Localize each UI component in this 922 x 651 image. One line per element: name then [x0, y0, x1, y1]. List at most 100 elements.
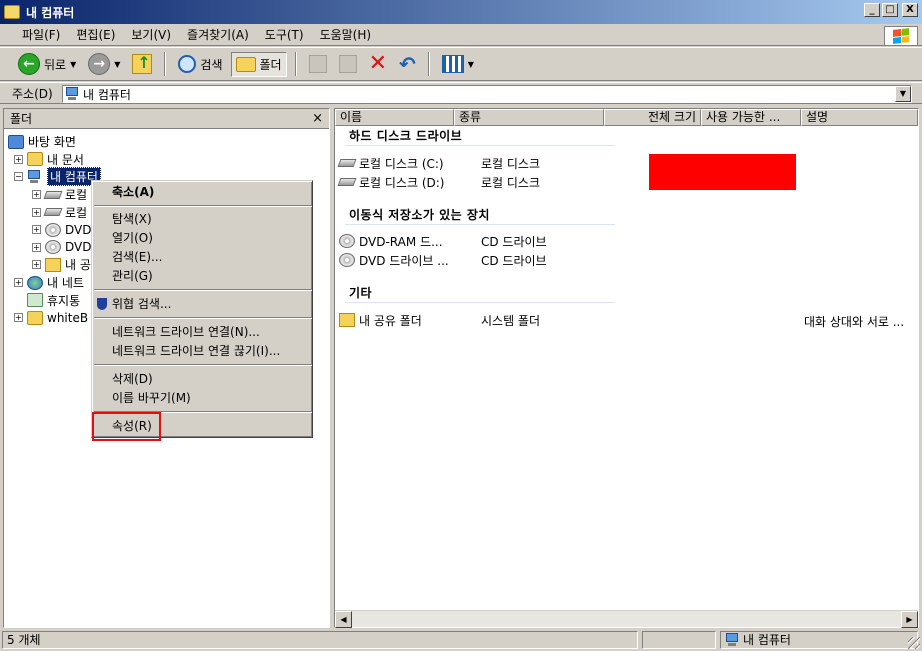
folders-button[interactable]: 폴더 [230, 51, 287, 77]
collapse-icon[interactable]: − [14, 172, 23, 182]
close-pane-icon[interactable]: × [312, 109, 323, 129]
menu-item-threat-scan[interactable]: 위협 검색... [94, 295, 312, 314]
copy-to-button[interactable] [335, 52, 361, 76]
item-name: 내 공유 폴더 [359, 313, 422, 328]
file-list-pane: 이름 종류 전체 크기 사용 가능한 ... 설명 하드 디스크 드라이브 로컬… [334, 108, 919, 628]
menu-item-rename[interactable]: 이름 바꾸기(M) [94, 389, 312, 408]
address-input[interactable]: 내 컴퓨터 ▼ [62, 85, 912, 103]
menu-item-explore[interactable]: 탐색(X) [94, 210, 312, 229]
folder-pane-title: 폴더 [10, 112, 33, 126]
back-dropdown-icon[interactable]: ▼ [70, 60, 76, 69]
item-comment: 대화 상대와 서로 ... [804, 315, 905, 329]
menu-tools[interactable]: 도구(T) [257, 24, 312, 45]
status-bar: 5 개체 내 컴퓨터 [0, 629, 922, 651]
menu-item-disconnect-network-drive[interactable]: 네트워크 드라이브 연결 끊기(I)... [94, 342, 312, 361]
back-button[interactable]: ← 뒤로 ▼ [14, 50, 80, 78]
column-name[interactable]: 이름 [335, 109, 454, 126]
undo-button[interactable]: ↶ [395, 51, 420, 77]
status-location: 내 컴퓨터 [720, 631, 918, 649]
expand-icon[interactable]: + [14, 154, 23, 164]
expand-icon[interactable]: + [32, 225, 41, 235]
drive-icon [337, 159, 357, 167]
forward-arrow-icon: → [88, 53, 111, 75]
toolbar: ← 뒤로 ▼ → ▼ 검색 폴더 ✕ ↶ [0, 47, 922, 81]
menu-help[interactable]: 도움말(H) [312, 24, 380, 45]
explorer-window: 내 컴퓨터 _ □ X 파일(F) 편집(E) 보기(V) 즐겨찾기(A) 도구… [0, 0, 922, 651]
shared-folder-icon [339, 313, 355, 327]
group-divider [345, 145, 615, 146]
scroll-right-icon[interactable]: ▶ [901, 611, 918, 628]
up-button[interactable] [128, 51, 156, 77]
tree-item-my-documents[interactable]: + 내 문서 [4, 151, 329, 169]
list-item-dvd-drive[interactable]: DVD 드라이브 ... CD 드라이브 [339, 251, 621, 269]
address-bar: 주소(D) 내 컴퓨터 ▼ [0, 82, 922, 104]
expand-icon[interactable]: + [32, 207, 41, 217]
menu-separator [94, 317, 312, 319]
address-dropdown-icon[interactable]: ▼ [895, 86, 911, 102]
menu-item-delete[interactable]: 삭제(D) [94, 370, 312, 389]
forward-button[interactable]: → ▼ [84, 50, 124, 78]
tree-item-label: 로컬 [65, 188, 88, 203]
menu-item-map-network-drive[interactable]: 네트워크 드라이브 연결(N)... [94, 323, 312, 342]
tree-item-label: 내 문서 [47, 152, 84, 167]
drive-icon [337, 178, 357, 186]
menu-separator [94, 364, 312, 366]
list-item-shared-folder[interactable]: 내 공유 폴더 시스템 폴더 [339, 311, 621, 329]
close-button[interactable]: X [902, 3, 918, 17]
address-value: 내 컴퓨터 [83, 87, 131, 102]
toolbar-separator [164, 52, 167, 76]
delete-button[interactable]: ✕ [365, 51, 391, 77]
resize-grip-icon[interactable] [908, 637, 920, 649]
tree-item-label: 내 공 [65, 258, 91, 273]
folder-icon [27, 152, 43, 167]
tree-item-desktop[interactable]: 바탕 화면 [4, 133, 329, 151]
views-dropdown-icon[interactable]: ▼ [468, 60, 474, 69]
column-type[interactable]: 종류 [454, 109, 604, 126]
search-label: 검색 [200, 57, 223, 72]
views-button[interactable]: ▼ [438, 52, 478, 76]
menu-item-manage[interactable]: 관리(G) [94, 267, 312, 286]
group-header: 하드 디스크 드라이브 [349, 129, 463, 143]
delete-x-icon: ✕ [368, 51, 388, 76]
item-type: 로컬 디스크 [481, 175, 541, 190]
menu-file[interactable]: 파일(F) [14, 24, 68, 45]
back-label: 뒤로 [44, 57, 67, 72]
redaction-block [649, 154, 796, 190]
expand-icon[interactable]: + [14, 313, 23, 323]
move-to-button[interactable] [305, 52, 331, 76]
search-button[interactable]: 검색 [174, 52, 226, 76]
list-item-local-disk-c[interactable]: 로컬 디스크 (C:) 로컬 디스크 [337, 154, 621, 172]
menu-item-collapse[interactable]: 축소(A) [94, 183, 312, 202]
list-item-dvd-ram[interactable]: DVD-RAM 드... CD 드라이브 [339, 232, 621, 250]
folder-icon [27, 310, 43, 325]
expand-icon[interactable]: + [32, 260, 41, 270]
column-free-space[interactable]: 사용 가능한 ... [701, 109, 801, 126]
move-to-icon [308, 55, 327, 73]
folders-icon [235, 56, 256, 72]
title-bar[interactable]: 내 컴퓨터 _ □ X [0, 0, 922, 24]
menu-item-open[interactable]: 열기(O) [94, 229, 312, 248]
scroll-left-icon[interactable]: ◀ [335, 611, 352, 628]
horizontal-scrollbar[interactable]: ◀ ▶ [335, 610, 918, 628]
maximize-button[interactable]: □ [882, 3, 898, 17]
menu-edit[interactable]: 편집(E) [68, 24, 123, 45]
list-item-local-disk-d[interactable]: 로컬 디스크 (D:) 로컬 디스크 [337, 173, 621, 191]
expand-icon[interactable]: + [14, 278, 23, 288]
expand-icon[interactable]: + [32, 242, 41, 252]
minimize-button[interactable]: _ [864, 3, 880, 17]
column-total-size[interactable]: 전체 크기 [604, 109, 701, 126]
folder-up-icon [132, 53, 153, 74]
group-divider [345, 302, 615, 303]
item-type: CD 드라이브 [481, 253, 547, 268]
item-name: 로컬 디스크 (D:) [359, 175, 445, 190]
tree-item-label: 휴지통 [47, 293, 81, 308]
menu-item-search[interactable]: 검색(E)... [94, 248, 312, 267]
column-comment[interactable]: 설명 [801, 109, 918, 126]
expand-icon[interactable]: + [32, 190, 41, 200]
tree-item-label: 내 네트 [47, 276, 84, 291]
menu-view[interactable]: 보기(V) [123, 24, 179, 45]
context-menu: 축소(A) 탐색(X) 열기(O) 검색(E)... 관리(G) 위협 검색..… [91, 180, 313, 438]
forward-dropdown-icon[interactable]: ▼ [114, 60, 120, 69]
status-empty-cell [642, 631, 716, 649]
menu-favorites[interactable]: 즐겨찾기(A) [179, 24, 257, 45]
